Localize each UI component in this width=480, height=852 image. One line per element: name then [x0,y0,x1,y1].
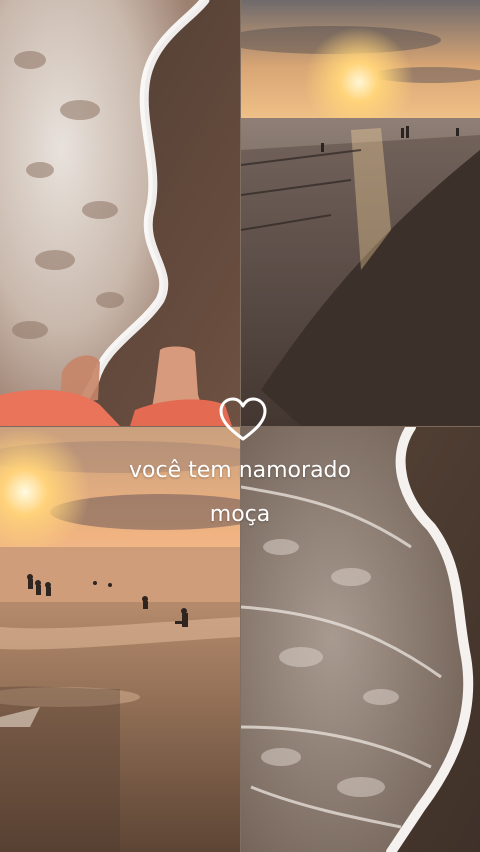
caption-line-2: moça [209,502,271,527]
photo-feet-in-foam [0,0,240,426]
caption-line-1: você tem namorado [129,458,351,483]
photo-foam-wave-closeup [241,427,480,852]
photo-sunset-swimmers [0,427,240,852]
heart-outline-icon [218,396,268,444]
photo-sunset-shoreline [241,0,480,426]
